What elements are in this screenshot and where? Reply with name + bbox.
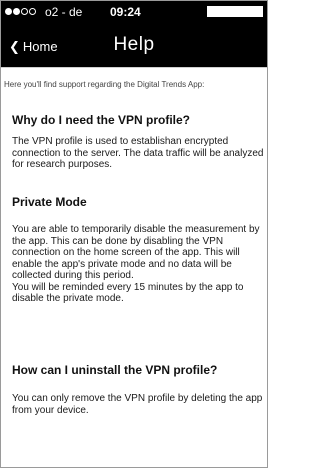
carrier-name: o2 - de (45, 5, 83, 19)
status-bar: o2 - de 09:24 (1, 1, 267, 23)
section-heading: Why do I need the VPN profile? (12, 113, 191, 127)
section-body: You can only remove the VPN profile by d… (12, 393, 263, 416)
intro-text: Here you'll find support regarding the D… (4, 80, 205, 89)
signal-dot (5, 8, 12, 15)
phone-screen: o2 - de 09:24 ❮ Home Help Here you'll fi… (0, 0, 268, 468)
section-body: The VPN profile is used to establishan e… (12, 136, 264, 170)
signal-dot (13, 8, 20, 15)
page-title: Help (113, 34, 155, 55)
faq-section-vpn-profile: Why do I need the VPN profile? The VPN p… (12, 113, 264, 171)
faq-section-private-mode: Private Mode You are able to temporarily… (12, 195, 264, 305)
faq-section-uninstall: How can I uninstall the VPN profile? You… (12, 363, 264, 416)
signal-dot (21, 8, 28, 15)
signal-dot (29, 8, 36, 15)
status-time: 09:24 (110, 5, 141, 19)
section-heading: How can I uninstall the VPN profile? (12, 363, 218, 377)
battery-icon (207, 6, 263, 17)
section-body: You are able to temporarily disable the … (12, 224, 260, 281)
signal-strength-icon (5, 8, 36, 15)
navigation-bar: ❮ Home Help (1, 23, 267, 68)
section-heading: Private Mode (12, 195, 87, 209)
section-body-reminder: You will be reminded every 15 minutes by… (12, 281, 244, 305)
